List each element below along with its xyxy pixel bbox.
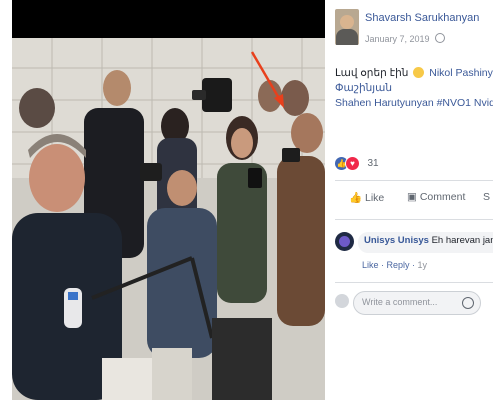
comment-icon: ▣ (407, 191, 417, 203)
reaction-count: 31 (367, 158, 379, 170)
post-date-text: January 7, 2019 (365, 34, 430, 44)
photo-top-bar (12, 0, 325, 38)
comment-meta: Like · Reply · 1y (362, 260, 428, 270)
tag-link-nikol[interactable]: Nikol Pashinyan / Նիկ (429, 67, 493, 79)
photo-illustration (12, 38, 325, 400)
thumbs-up-icon: 👍 (349, 192, 363, 204)
tag-link-nikol-cont[interactable]: Փաշինյան (335, 82, 392, 94)
comment-input-placeholder: Write a comment... (362, 297, 438, 307)
comment-bubble: Unisys Unisys Eh harevan jan (358, 232, 493, 253)
author-name[interactable]: Shavarsh Sarukhanyan (365, 12, 479, 24)
comment-button[interactable]: ▣ Comment (407, 191, 465, 203)
divider (335, 282, 493, 283)
commenter-name[interactable]: Unisys Unisys (364, 235, 429, 246)
comment-like-link[interactable]: Like (362, 260, 379, 270)
share-button-label: S (483, 191, 491, 203)
commenter-avatar[interactable] (335, 232, 354, 251)
post-photo[interactable] (12, 38, 325, 400)
post-text: Լավ օրեր էին Nikol Pashinyan / Նիկ Փաշին… (335, 66, 493, 111)
divider (335, 219, 493, 220)
love-reaction-icon: ♥ (345, 156, 360, 172)
comment-time[interactable]: 1y (418, 260, 428, 270)
smile-emoji-icon (413, 67, 425, 78)
like-button[interactable]: 👍 Like (349, 191, 384, 204)
reactions-summary[interactable]: 👍 ♥ 31 (335, 155, 379, 172)
post-actions: 👍 Like ▣ Comment S (335, 187, 493, 211)
comment-button-label: Comment (419, 191, 466, 203)
like-button-label: Like (365, 192, 385, 204)
comment-reply-link[interactable]: Reply (387, 260, 410, 270)
globe-icon (435, 33, 446, 43)
comment-text: Eh harevan jan (431, 235, 493, 246)
screenshot-frame: Shavarsh Sarukhanyan January 7, 2019 Լավ… (0, 0, 493, 403)
post-text-prefix: Լավ օրեր էին (335, 67, 409, 79)
share-button[interactable]: S (483, 191, 490, 203)
post-panel: Shavarsh Sarukhanyan January 7, 2019 Լավ… (326, 0, 493, 403)
comment-input[interactable]: Write a comment... (353, 291, 481, 315)
post-date[interactable]: January 7, 2019 (365, 33, 446, 44)
divider (335, 180, 493, 181)
author-avatar[interactable] (335, 9, 359, 45)
tag-links-line[interactable]: Shahen Harutyunyan #NVO1 Nvideo Onl (335, 97, 493, 109)
viewer-avatar (335, 294, 349, 308)
camera-icon[interactable] (462, 297, 474, 309)
